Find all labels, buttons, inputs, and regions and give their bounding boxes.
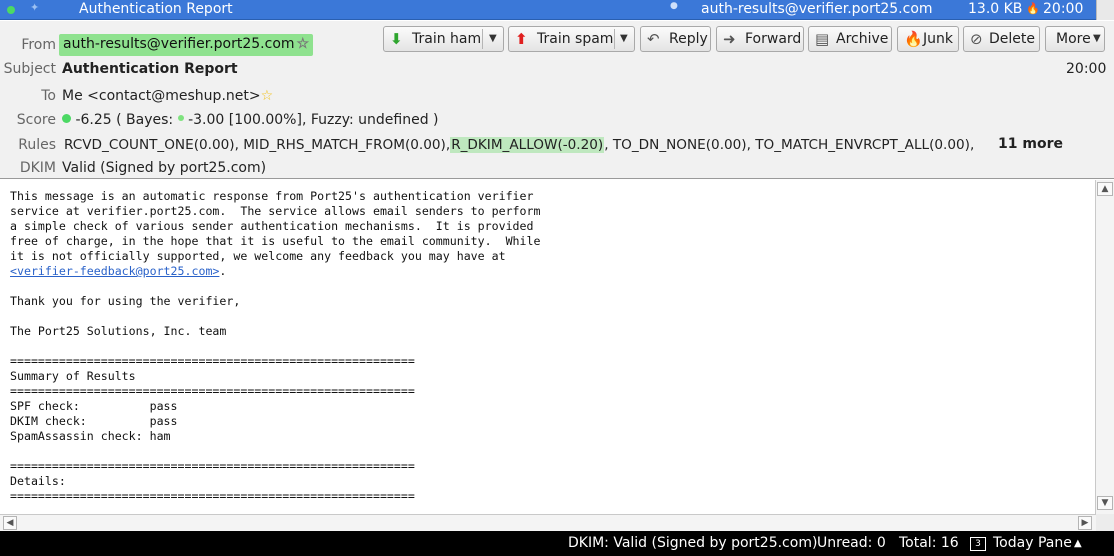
dkim-value: Valid (Signed by port25.com) <box>62 160 267 176</box>
button-split <box>482 29 483 49</box>
score-value: -6.25 <box>75 112 112 128</box>
message-header: From auth-results@verifier.port25.com ☆ ⬇… <box>0 21 1114 179</box>
feedback-link[interactable]: <verifier-feedback@port25.com> <box>10 264 219 278</box>
body-rest: . Thank you for using the verifier, The … <box>10 264 415 503</box>
body-text: This message is an automatic response fr… <box>10 189 540 504</box>
forward-icon: ➜ <box>723 30 736 48</box>
junk-button[interactable]: 🔥 Junk <box>897 26 959 52</box>
scroll-down-icon[interactable]: ▼ <box>1097 496 1113 510</box>
body-paragraph: This message is an automatic response fr… <box>10 189 541 263</box>
message-row-size: 13.0 KB <box>968 1 1023 17</box>
horizontal-scrollbar[interactable]: ◀ ▶ <box>0 514 1096 531</box>
message-row-time: 20:00 <box>1043 1 1084 17</box>
to-label: To <box>41 88 56 104</box>
forward-button[interactable]: ➜ Forward <box>716 26 804 52</box>
archive-label: Archive <box>836 31 889 47</box>
rules-list: RCVD_COUNT_ONE(0.00), MID_RHS_MATCH_FROM… <box>64 137 974 153</box>
header-date: 20:00 <box>1066 61 1107 77</box>
row-separator-icon: ● <box>670 1 678 11</box>
train-spam-label: Train spam <box>537 31 614 47</box>
message-row-from: auth-results@verifier.port25.com <box>701 1 933 17</box>
today-pane-button[interactable]: Today Pane <box>993 535 1072 551</box>
vertical-scrollbar[interactable]: ▲ ▼ <box>1095 180 1114 514</box>
archive-icon: ▤ <box>815 30 830 48</box>
bayes-value: -3.00 [100.00%], Fuzzy: undefined ) <box>188 112 439 128</box>
selected-message-row[interactable]: ✦ Authentication Report ● auth-results@v… <box>0 0 1114 20</box>
more-label: More <box>1056 31 1091 47</box>
up-arrow-icon: ⬆ <box>515 30 528 48</box>
message-body[interactable]: This message is an automatic response fr… <box>0 180 1096 514</box>
chevron-down-icon[interactable]: ▼ <box>489 27 497 51</box>
train-ham-button[interactable]: ⬇ Train ham ▼ <box>383 26 504 52</box>
delete-icon: ⊘ <box>970 30 983 48</box>
rules-before: RCVD_COUNT_ONE(0.00), MID_RHS_MATCH_FROM… <box>64 137 451 153</box>
junk-icon: 🔥 <box>904 30 923 48</box>
status-unread: Unread: 0 <box>817 535 886 551</box>
star-icon[interactable]: ☆ <box>296 36 309 53</box>
junk-label: Junk <box>923 31 953 47</box>
scroll-left-icon[interactable]: ◀ <box>3 516 17 530</box>
scroll-up-icon[interactable]: ▲ <box>1097 182 1113 196</box>
rules-more-link[interactable]: 11 more <box>998 136 1063 152</box>
forward-label: Forward <box>745 31 802 47</box>
thread-pane-scrollbar[interactable] <box>1096 0 1114 20</box>
status-dkim: DKIM: Valid (Signed by port25.com) <box>568 535 818 551</box>
rule-highlighted: R_DKIM_ALLOW(-0.20) <box>450 137 605 153</box>
status-bar: DKIM: Valid (Signed by port25.com) Unrea… <box>0 531 1114 556</box>
down-arrow-icon: ⬇ <box>390 30 403 48</box>
score-status-icon <box>62 114 71 123</box>
unread-dot-icon <box>7 6 15 14</box>
reply-icon: ↶ <box>647 30 660 48</box>
chevron-down-icon[interactable]: ▼ <box>620 27 628 51</box>
from-value: auth-results@verifier.port25.com <box>63 36 295 52</box>
message-row-subject: Authentication Report <box>79 1 233 17</box>
score-line: -6.25 ( Bayes: -3.00 [100.00%], Fuzzy: u… <box>62 112 439 128</box>
junk-status-icon[interactable]: 🔥 <box>1026 2 1040 15</box>
from-label: From <box>21 37 56 53</box>
reply-label: Reply <box>669 31 708 47</box>
archive-button[interactable]: ▤ Archive <box>808 26 892 52</box>
calendar-day: 3 <box>975 539 981 549</box>
status-total: Total: 16 <box>899 535 959 551</box>
subject-value: Authentication Report <box>62 61 238 77</box>
delete-label: Delete <box>989 31 1035 47</box>
from-address[interactable]: auth-results@verifier.port25.com ☆ <box>59 34 314 56</box>
subject-label: Subject <box>3 61 56 77</box>
train-ham-label: Train ham <box>412 31 482 47</box>
rules-after: , TO_DN_NONE(0.00), TO_MATCH_ENVRCPT_ALL… <box>604 137 975 153</box>
train-spam-button[interactable]: ⬆ Train spam ▼ <box>508 26 635 52</box>
to-address[interactable]: Me <contact@meshup.net>☆ <box>62 88 273 104</box>
score-label: Score <box>16 112 56 128</box>
calendar-icon[interactable]: 3 <box>970 537 986 551</box>
to-value: Me <contact@meshup.net> <box>62 88 261 104</box>
scrollbar-corner <box>1096 514 1114 531</box>
dkim-label: DKIM <box>19 160 56 176</box>
scroll-right-icon[interactable]: ▶ <box>1078 516 1092 530</box>
rules-label: Rules <box>18 137 56 153</box>
reply-button[interactable]: ↶ Reply <box>640 26 711 52</box>
button-split <box>614 29 615 49</box>
bayes-status-icon <box>177 115 184 121</box>
chevron-up-icon[interactable]: ▲ <box>1074 538 1082 549</box>
more-button[interactable]: More ▼ <box>1045 26 1105 52</box>
delete-button[interactable]: ⊘ Delete <box>963 26 1040 52</box>
star-icon[interactable]: ☆ <box>261 88 274 104</box>
star-icon[interactable]: ✦ <box>30 1 39 14</box>
chevron-down-icon: ▼ <box>1093 33 1101 44</box>
bayes-prefix: ( Bayes: <box>116 112 174 128</box>
